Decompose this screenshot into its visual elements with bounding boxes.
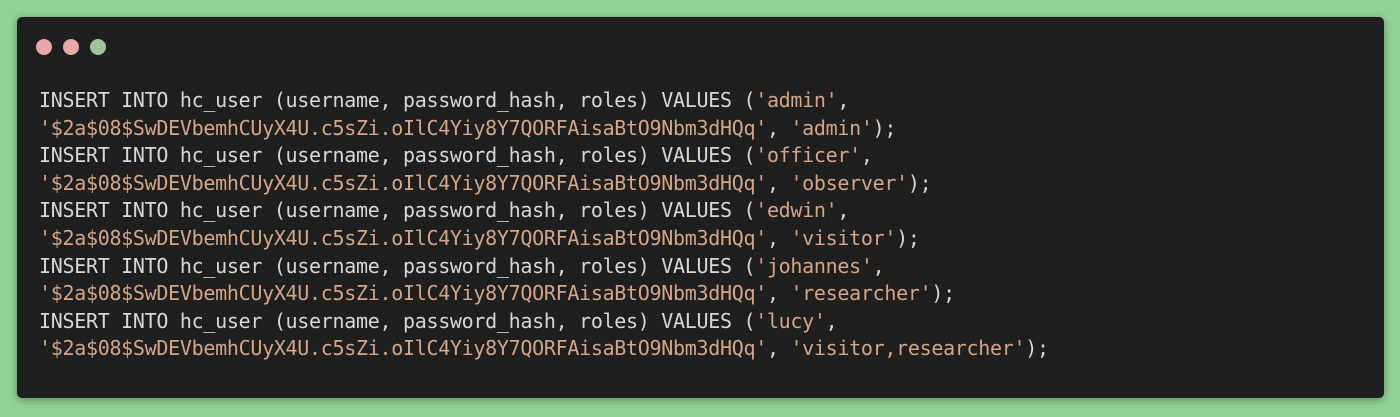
code-line: INSERT INTO hc_user (username, password_… <box>39 143 873 168</box>
window-controls <box>36 39 106 55</box>
code-line: INSERT INTO hc_user (username, password_… <box>39 253 885 278</box>
code-line: '$2a$08$SwDEVbemhCUyX4U.c5sZi.oIlC4Yiy8Y… <box>39 170 932 195</box>
minimize-dot-icon[interactable] <box>63 39 79 55</box>
code-window: INSERT INTO hc_user (username, password_… <box>17 17 1384 398</box>
code-line: '$2a$08$SwDEVbemhCUyX4U.c5sZi.oIlC4Yiy8Y… <box>39 281 955 306</box>
code-line: '$2a$08$SwDEVbemhCUyX4U.c5sZi.oIlC4Yiy8Y… <box>39 336 1049 361</box>
close-dot-icon[interactable] <box>36 39 52 55</box>
code-line: '$2a$08$SwDEVbemhCUyX4U.c5sZi.oIlC4Yiy8Y… <box>39 115 897 140</box>
code-line: INSERT INTO hc_user (username, password_… <box>39 88 850 112</box>
code-block: INSERT INTO hc_user (username, password_… <box>39 87 1049 363</box>
maximize-dot-icon[interactable] <box>90 39 106 55</box>
code-line: INSERT INTO hc_user (username, password_… <box>39 308 838 333</box>
code-line: '$2a$08$SwDEVbemhCUyX4U.c5sZi.oIlC4Yiy8Y… <box>39 225 920 250</box>
code-line: INSERT INTO hc_user (username, password_… <box>39 198 850 223</box>
